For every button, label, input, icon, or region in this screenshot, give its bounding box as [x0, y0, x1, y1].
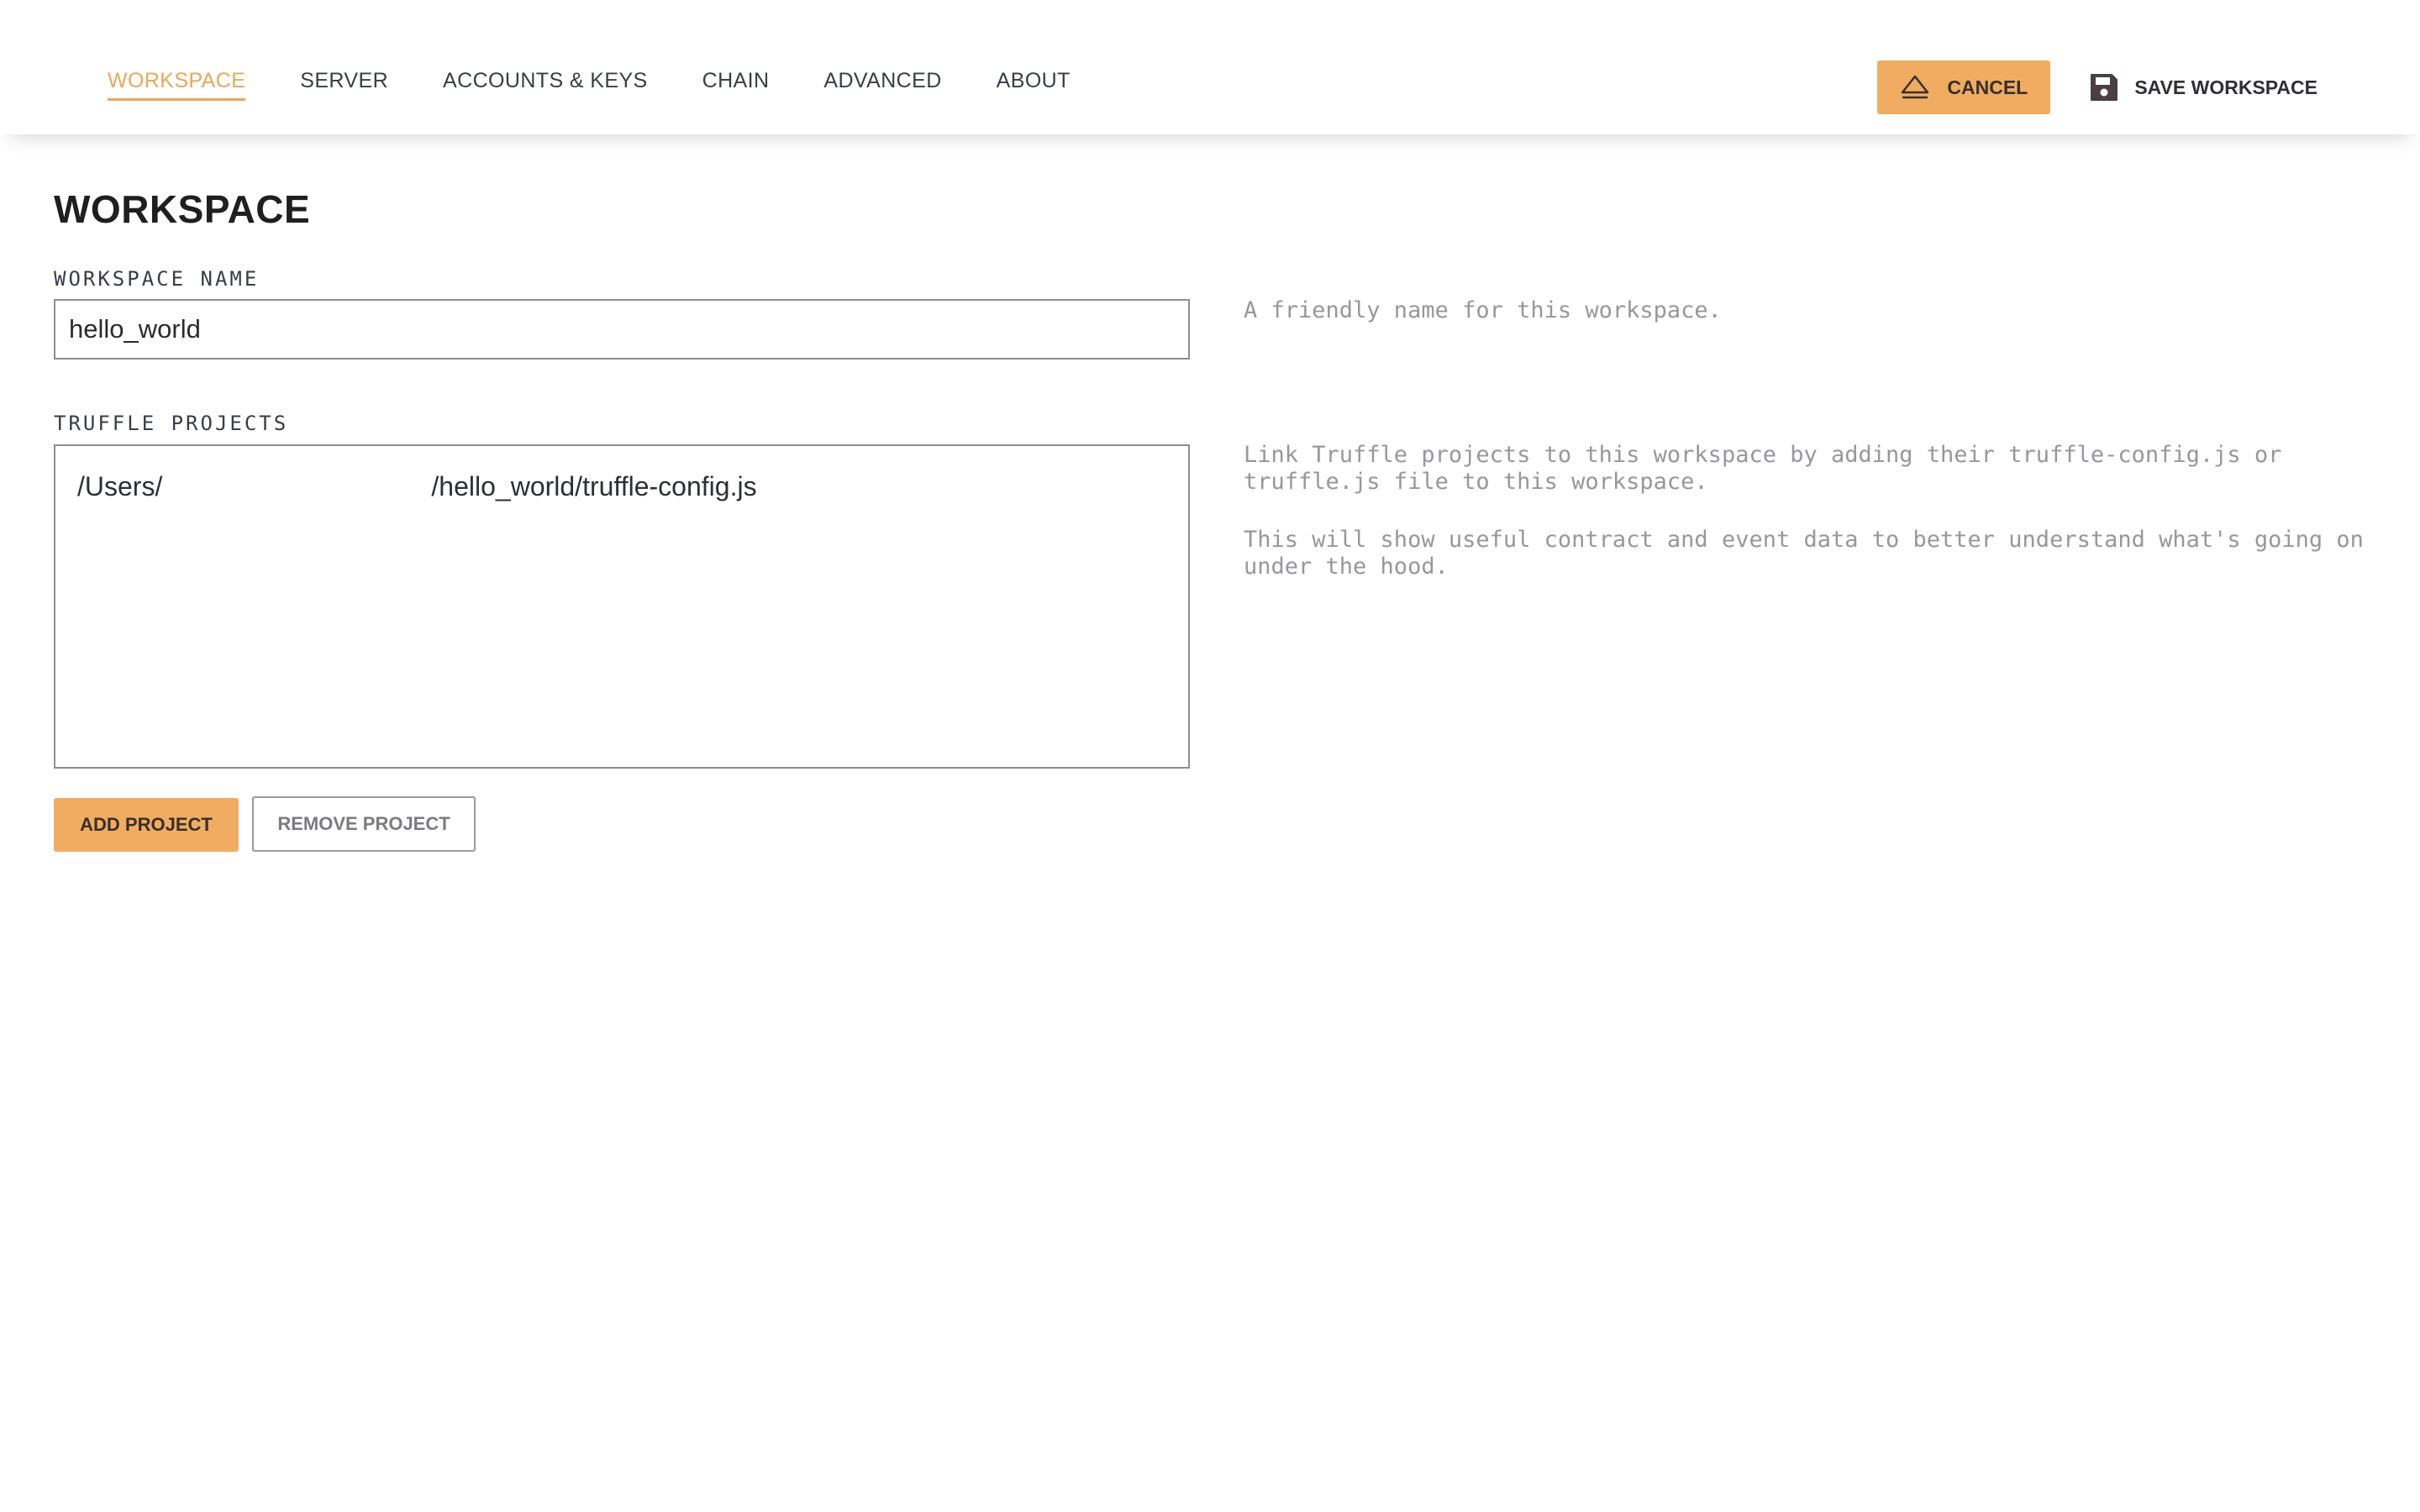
page-title: WORKSPACE — [54, 187, 311, 231]
save-workspace-button[interactable]: SAVE WORKSPACE — [2089, 60, 2317, 114]
truffle-projects-list[interactable]: /Users/ /hello_world/truffle-config.js — [54, 444, 1190, 769]
tab-chain[interactable]: CHAIN — [702, 69, 770, 101]
workspace-name-input[interactable] — [54, 299, 1190, 360]
tab-accounts-keys[interactable]: ACCOUNTS & KEYS — [443, 69, 648, 101]
add-project-button[interactable]: ADD PROJECT — [54, 798, 239, 852]
tab-advanced[interactable]: ADVANCED — [823, 69, 941, 101]
tab-about[interactable]: ABOUT — [997, 69, 1071, 101]
truffle-projects-label: TRUFFLE PROJECTS — [54, 412, 289, 435]
tab-server[interactable]: SERVER — [300, 69, 388, 101]
remove-project-button[interactable]: REMOVE PROJECT — [252, 796, 476, 852]
settings-header: WORKSPACE SERVER ACCOUNTS & KEYS CHAIN A… — [0, 0, 2420, 134]
tab-workspace[interactable]: WORKSPACE — [108, 69, 246, 101]
settings-page: WORKSPACE SERVER ACCOUNTS & KEYS CHAIN A… — [0, 0, 2420, 1512]
workspace-name-help: A friendly name for this workspace. — [1244, 297, 1722, 323]
settings-nav: WORKSPACE SERVER ACCOUNTS & KEYS CHAIN A… — [108, 69, 1125, 101]
workspace-name-label: WORKSPACE NAME — [54, 267, 260, 291]
save-workspace-label: SAVE WORKSPACE — [2134, 76, 2317, 98]
project-list-item[interactable]: /Users/ /hello_world/truffle-config.js — [77, 471, 757, 502]
cancel-button-label: CANCEL — [1947, 76, 2028, 98]
truffle-projects-help-1: Link Truffle projects to this workspace … — [1244, 442, 2282, 495]
floppy-disk-icon — [2089, 72, 2119, 102]
eject-icon — [1900, 74, 1930, 101]
truffle-projects-help-2: This will show useful contract and event… — [1244, 527, 2364, 580]
cancel-button[interactable]: CANCEL — [1877, 60, 2051, 114]
header-actions: CANCEL SAVE WORKSPACE — [1877, 60, 2317, 114]
